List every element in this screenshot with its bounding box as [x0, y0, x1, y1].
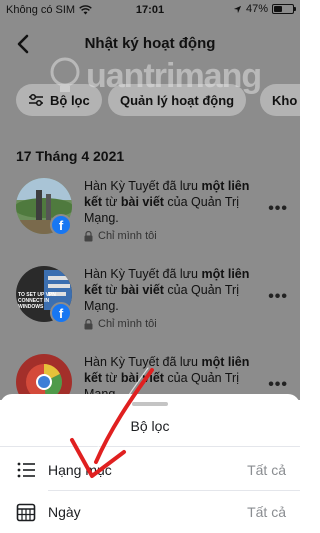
- divider: [0, 446, 300, 447]
- date-header: 17 Tháng 4 2021: [16, 148, 125, 164]
- list-icon: [17, 462, 35, 478]
- more-options-icon[interactable]: •••: [268, 200, 288, 218]
- facebook-icon: f: [50, 302, 72, 324]
- privacy-text: Chỉ mình tôi: [98, 230, 157, 242]
- item-text-post: bài viết: [120, 283, 164, 297]
- item-text-pre: Hàn Kỳ Tuyết đã lưu: [84, 179, 202, 193]
- date-option-label: Ngày: [48, 504, 81, 520]
- status-bar: Không có SIM 17:01 47%: [0, 0, 300, 20]
- category-option[interactable]: Hạng mục Tất cả: [0, 450, 300, 490]
- filter-chip-label: Bộ lọc: [50, 92, 90, 108]
- sheet-title: Bộ lọc: [130, 418, 170, 434]
- privacy-label: Chỉ mình tôi: [84, 230, 157, 242]
- lock-icon: [84, 318, 93, 329]
- sliders-icon: [29, 93, 43, 107]
- item-text-mid: từ: [102, 283, 121, 297]
- page-title: Nhật ký hoạt động: [84, 35, 216, 52]
- archive-chip[interactable]: Kho: [260, 84, 300, 116]
- lock-icon: [84, 230, 93, 241]
- item-text-post: bài viết: [120, 371, 164, 385]
- sheet-drag-handle[interactable]: [132, 402, 168, 406]
- item-description: Hàn Kỳ Tuyết đã lưu một liên kết từ bài …: [84, 266, 256, 314]
- facebook-icon: f: [50, 214, 72, 236]
- privacy-text: Chỉ mình tôi: [98, 318, 157, 330]
- battery-fill: [274, 6, 283, 12]
- item-text-mid: từ: [102, 371, 121, 385]
- battery-icon: [272, 4, 296, 14]
- item-text-post: bài viết: [120, 195, 164, 209]
- privacy-label: Chỉ mình tôi: [84, 318, 157, 330]
- item-text-pre: Hàn Kỳ Tuyết đã lưu: [84, 267, 202, 281]
- divider: [48, 490, 300, 491]
- filter-chip-bar: Bộ lọc Quản lý hoạt động Kho: [0, 70, 300, 130]
- manage-activity-chip[interactable]: Quản lý hoạt động: [108, 84, 247, 116]
- filter-chip[interactable]: Bộ lọc: [16, 84, 102, 116]
- item-text-mid: từ: [102, 195, 121, 209]
- manage-activity-label: Quản lý hoạt động: [120, 92, 235, 108]
- more-options-icon[interactable]: •••: [268, 288, 288, 306]
- category-option-value: Tất cả: [247, 462, 286, 478]
- battery-percent: 47%: [245, 3, 268, 15]
- location-icon: [233, 5, 242, 13]
- calendar-icon: [16, 503, 36, 522]
- more-options-icon[interactable]: •••: [268, 376, 288, 394]
- archive-chip-label: Kho: [272, 92, 298, 108]
- category-option-label: Hạng mục: [48, 462, 112, 478]
- activity-feed: 17 Tháng 4 2021 f Hàn Kỳ Tuyết đã lưu mộ…: [0, 130, 300, 400]
- item-description: Hàn Kỳ Tuyết đã lưu một liên kết từ bài …: [84, 178, 256, 226]
- status-right: 47%: [233, 3, 296, 15]
- date-option-value: Tất cả: [247, 504, 286, 520]
- filter-bottom-sheet: Bộ lọc Hạng mục Tất cả Ngày Tất cả: [0, 394, 300, 533]
- activity-item[interactable]: f Hàn Kỳ Tuyết đã lưu một liên kết từ bà…: [0, 178, 300, 266]
- app-header: Nhật ký hoạt động: [0, 20, 300, 70]
- date-option[interactable]: Ngày Tất cả: [0, 492, 300, 532]
- item-text-pre: Hàn Kỳ Tuyết đã lưu: [84, 355, 202, 369]
- activity-item[interactable]: TO SET UP VPN CONNECT IN WINDOWS f Hàn K…: [0, 266, 300, 354]
